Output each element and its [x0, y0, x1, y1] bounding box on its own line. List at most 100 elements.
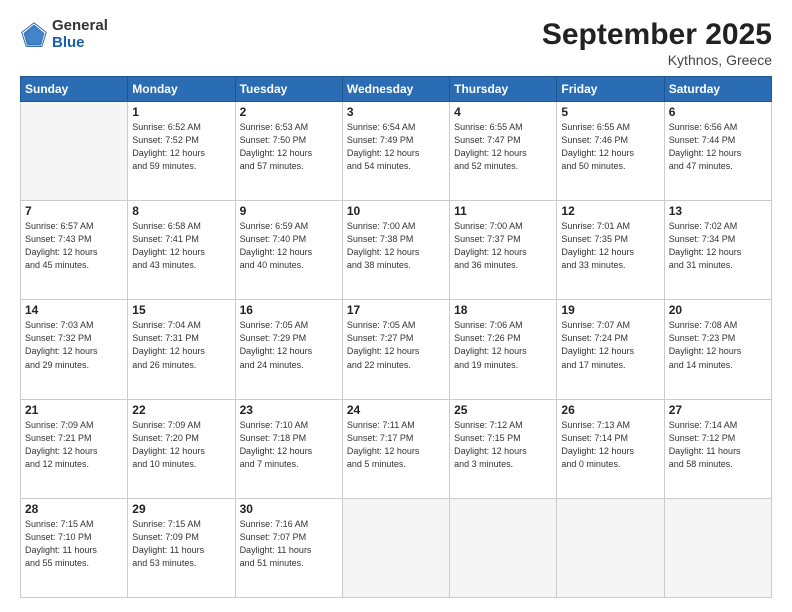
calendar-day-cell: 16Sunrise: 7:05 AMSunset: 7:29 PMDayligh…: [235, 300, 342, 399]
calendar-week-row: 21Sunrise: 7:09 AMSunset: 7:21 PMDayligh…: [21, 399, 772, 498]
calendar-day-cell: 24 Sunrise: 7:11 AMSunset: 7:17 PMDayligh…: [342, 399, 449, 498]
calendar-day-cell: 17 Sunrise: 7:05 AMSunset: 7:27 PMDayligh…: [342, 300, 449, 399]
day-info: Sunrise: 7:00 AMSunset: 7:38 PMDaylight:…: [347, 220, 445, 272]
calendar-day-cell: 15Sunrise: 7:04 AMSunset: 7:31 PMDayligh…: [128, 300, 235, 399]
day-info: Sunrise: 7:09 AMSunset: 7:20 PMDaylight:…: [132, 419, 230, 471]
calendar-day-cell: 21Sunrise: 7:09 AMSunset: 7:21 PMDayligh…: [21, 399, 128, 498]
day-info: Sunrise: 6:55 AMSunset: 7:47 PMDaylight:…: [454, 121, 552, 173]
calendar-day-cell: 19 Sunrise: 7:07 AMSunset: 7:24 PMDayligh…: [557, 300, 664, 399]
day-info: Sunrise: 7:00 AMSunset: 7:37 PMDaylight:…: [454, 220, 552, 272]
logo-blue: Blue: [52, 35, 108, 52]
weekday-cell: Monday: [128, 77, 235, 102]
calendar-day-cell: 4 Sunrise: 6:55 AMSunset: 7:47 PMDaylight…: [450, 102, 557, 201]
day-number: 25: [454, 403, 552, 417]
calendar-day-cell: 12Sunrise: 7:01 AMSunset: 7:35 PMDayligh…: [557, 201, 664, 300]
top-header: General Blue September 2025 Kythnos, Gre…: [20, 18, 772, 68]
day-number: 27: [669, 403, 767, 417]
calendar-day-cell: [21, 102, 128, 201]
day-info: Sunrise: 6:55 AMSunset: 7:46 PMDaylight:…: [561, 121, 659, 173]
calendar-week-row: 14 Sunrise: 7:03 AMSunset: 7:32 PMDayligh…: [21, 300, 772, 399]
day-info: Sunrise: 6:53 AMSunset: 7:50 PMDaylight:…: [240, 121, 338, 173]
day-info: Sunrise: 7:16 AMSunset: 7:07 PMDaylight:…: [240, 518, 338, 570]
day-info: Sunrise: 7:03 AMSunset: 7:32 PMDaylight:…: [25, 319, 123, 371]
calendar-day-cell: [342, 498, 449, 597]
calendar-day-cell: 27 Sunrise: 7:14 AMSunset: 7:12 PMDayligh…: [664, 399, 771, 498]
day-number: 12: [561, 204, 659, 218]
day-number: 2: [240, 105, 338, 119]
day-info: Sunrise: 7:04 AMSunset: 7:31 PMDaylight:…: [132, 319, 230, 371]
weekday-cell: Tuesday: [235, 77, 342, 102]
calendar-day-cell: [557, 498, 664, 597]
day-info: Sunrise: 6:52 AMSunset: 7:52 PMDaylight:…: [132, 121, 230, 173]
calendar-day-cell: 6 Sunrise: 6:56 AMSunset: 7:44 PMDaylight…: [664, 102, 771, 201]
calendar-day-cell: 11 Sunrise: 7:00 AMSunset: 7:37 PMDayligh…: [450, 201, 557, 300]
calendar-day-cell: 5 Sunrise: 6:55 AMSunset: 7:46 PMDaylight…: [557, 102, 664, 201]
calendar-day-cell: 10Sunrise: 7:00 AMSunset: 7:38 PMDayligh…: [342, 201, 449, 300]
weekday-header-row: SundayMondayTuesdayWednesdayThursdayFrid…: [21, 77, 772, 102]
calendar-day-cell: 3Sunrise: 6:54 AMSunset: 7:49 PMDaylight…: [342, 102, 449, 201]
day-number: 29: [132, 502, 230, 516]
calendar-day-cell: 8Sunrise: 6:58 AMSunset: 7:41 PMDaylight…: [128, 201, 235, 300]
calendar-table: SundayMondayTuesdayWednesdayThursdayFrid…: [20, 76, 772, 598]
calendar-day-cell: [664, 498, 771, 597]
day-number: 13: [669, 204, 767, 218]
day-number: 14: [25, 303, 123, 317]
day-info: Sunrise: 6:59 AMSunset: 7:40 PMDaylight:…: [240, 220, 338, 272]
page: General Blue September 2025 Kythnos, Gre…: [0, 0, 792, 612]
day-number: 9: [240, 204, 338, 218]
day-number: 18: [454, 303, 552, 317]
day-number: 17: [347, 303, 445, 317]
day-info: Sunrise: 7:02 AMSunset: 7:34 PMDaylight:…: [669, 220, 767, 272]
weekday-cell: Saturday: [664, 77, 771, 102]
calendar-subtitle: Kythnos, Greece: [542, 52, 772, 68]
calendar-day-cell: [450, 498, 557, 597]
day-number: 24: [347, 403, 445, 417]
calendar-day-cell: 22 Sunrise: 7:09 AMSunset: 7:20 PMDayligh…: [128, 399, 235, 498]
day-info: Sunrise: 7:13 AMSunset: 7:14 PMDaylight:…: [561, 419, 659, 471]
calendar-week-row: 28Sunrise: 7:15 AMSunset: 7:10 PMDayligh…: [21, 498, 772, 597]
day-number: 5: [561, 105, 659, 119]
weekday-cell: Sunday: [21, 77, 128, 102]
day-info: Sunrise: 6:58 AMSunset: 7:41 PMDaylight:…: [132, 220, 230, 272]
day-info: Sunrise: 7:14 AMSunset: 7:12 PMDaylight:…: [669, 419, 767, 471]
day-number: 4: [454, 105, 552, 119]
calendar-day-cell: 1 Sunrise: 6:52 AMSunset: 7:52 PMDaylight…: [128, 102, 235, 201]
day-info: Sunrise: 7:15 AMSunset: 7:09 PMDaylight:…: [132, 518, 230, 570]
calendar-day-cell: 2 Sunrise: 6:53 AMSunset: 7:50 PMDaylight…: [235, 102, 342, 201]
day-number: 23: [240, 403, 338, 417]
day-info: Sunrise: 6:57 AMSunset: 7:43 PMDaylight:…: [25, 220, 123, 272]
weekday-cell: Friday: [557, 77, 664, 102]
calendar-body: 1 Sunrise: 6:52 AMSunset: 7:52 PMDaylight…: [21, 102, 772, 598]
day-info: Sunrise: 7:08 AMSunset: 7:23 PMDaylight:…: [669, 319, 767, 371]
logo: General Blue: [20, 18, 108, 51]
calendar-day-cell: 13 Sunrise: 7:02 AMSunset: 7:34 PMDayligh…: [664, 201, 771, 300]
weekday-cell: Thursday: [450, 77, 557, 102]
calendar-day-cell: 30Sunrise: 7:16 AMSunset: 7:07 PMDayligh…: [235, 498, 342, 597]
day-info: Sunrise: 7:11 AMSunset: 7:17 PMDaylight:…: [347, 419, 445, 471]
day-number: 6: [669, 105, 767, 119]
day-number: 19: [561, 303, 659, 317]
day-number: 22: [132, 403, 230, 417]
calendar-day-cell: 26Sunrise: 7:13 AMSunset: 7:14 PMDayligh…: [557, 399, 664, 498]
day-number: 3: [347, 105, 445, 119]
calendar-day-cell: 29 Sunrise: 7:15 AMSunset: 7:09 PMDayligh…: [128, 498, 235, 597]
day-number: 20: [669, 303, 767, 317]
day-info: Sunrise: 6:56 AMSunset: 7:44 PMDaylight:…: [669, 121, 767, 173]
day-number: 1: [132, 105, 230, 119]
logo-icon: [20, 21, 48, 49]
day-info: Sunrise: 7:07 AMSunset: 7:24 PMDaylight:…: [561, 319, 659, 371]
day-number: 11: [454, 204, 552, 218]
calendar-title: September 2025: [542, 18, 772, 52]
calendar-week-row: 7 Sunrise: 6:57 AMSunset: 7:43 PMDaylight…: [21, 201, 772, 300]
day-number: 7: [25, 204, 123, 218]
day-info: Sunrise: 7:06 AMSunset: 7:26 PMDaylight:…: [454, 319, 552, 371]
day-info: Sunrise: 7:09 AMSunset: 7:21 PMDaylight:…: [25, 419, 123, 471]
day-info: Sunrise: 7:12 AMSunset: 7:15 PMDaylight:…: [454, 419, 552, 471]
calendar-day-cell: 7 Sunrise: 6:57 AMSunset: 7:43 PMDaylight…: [21, 201, 128, 300]
day-info: Sunrise: 7:10 AMSunset: 7:18 PMDaylight:…: [240, 419, 338, 471]
calendar-week-row: 1 Sunrise: 6:52 AMSunset: 7:52 PMDaylight…: [21, 102, 772, 201]
calendar-day-cell: 9 Sunrise: 6:59 AMSunset: 7:40 PMDaylight…: [235, 201, 342, 300]
day-info: Sunrise: 7:05 AMSunset: 7:27 PMDaylight:…: [347, 319, 445, 371]
calendar-day-cell: 18 Sunrise: 7:06 AMSunset: 7:26 PMDayligh…: [450, 300, 557, 399]
calendar-day-cell: 20 Sunrise: 7:08 AMSunset: 7:23 PMDayligh…: [664, 300, 771, 399]
